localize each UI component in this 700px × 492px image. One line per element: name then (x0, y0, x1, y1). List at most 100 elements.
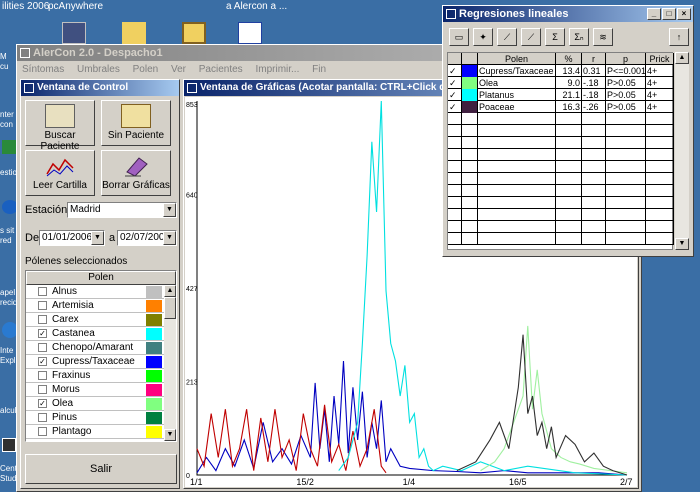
pollen-checkbox[interactable] (38, 371, 47, 380)
row-checkbox[interactable]: ✓ (448, 77, 462, 89)
pollen-list-item[interactable]: Chenopo/Amarant (26, 341, 176, 355)
regression-row[interactable] (448, 221, 674, 233)
folder-icon[interactable] (122, 22, 146, 44)
pollen-color-swatch[interactable] (146, 426, 162, 438)
pollen-list-item[interactable]: Plantago (26, 425, 176, 439)
row-checkbox[interactable] (448, 197, 462, 209)
regression-scrollbar[interactable]: ▲ ▼ (675, 52, 689, 250)
row-checkbox[interactable] (448, 149, 462, 161)
pollen-list-item[interactable]: ✓ Cupress/Taxaceae (26, 355, 176, 369)
row-checkbox[interactable] (448, 185, 462, 197)
borrar-graficas-button[interactable]: Borrar Gráficas (101, 150, 171, 196)
pollen-checkbox[interactable] (38, 287, 47, 296)
chevron-down-icon[interactable]: ▼ (163, 231, 176, 245)
regression-row[interactable]: ✓ Poaceae 16.3 -.26 P>0.05 4+ (448, 101, 674, 113)
row-checkbox[interactable]: ✓ (448, 89, 462, 101)
word-document-icon[interactable] (238, 22, 262, 44)
scroll-up-icon[interactable]: ▲ (675, 52, 689, 64)
menu-fin[interactable]: Fin (312, 64, 326, 75)
header-polen[interactable]: Polen (478, 53, 556, 65)
menu-imprimir[interactable]: Imprimir... (255, 64, 299, 75)
pollen-list-item[interactable]: Alnus (26, 285, 176, 299)
scroll-down-icon[interactable]: ▼ (164, 429, 176, 441)
regression-row[interactable] (448, 137, 674, 149)
from-date-picker[interactable]: 01/01/2006 ▼ (39, 230, 105, 246)
maximize-icon[interactable]: □ (662, 8, 676, 20)
minimize-icon[interactable]: _ (647, 8, 661, 20)
tool-sigma-n-icon[interactable]: Σₙ (569, 28, 589, 46)
menu-sintomas[interactable]: Síntomas (22, 64, 64, 75)
pollen-color-swatch[interactable] (146, 314, 162, 326)
menu-polen[interactable]: Polen (133, 64, 159, 75)
row-checkbox[interactable] (448, 173, 462, 185)
tool-diagonal-icon[interactable]: ⟋ (497, 28, 517, 46)
row-checkbox[interactable]: ✓ (448, 65, 462, 77)
pollen-color-swatch[interactable] (146, 412, 162, 424)
control-panel-titlebar[interactable]: Ventana de Control (21, 80, 179, 96)
regression-window-titlebar[interactable]: Regresiones lineales _ □ × (443, 6, 693, 22)
regression-row[interactable] (448, 161, 674, 173)
pollen-list-item[interactable]: Pinus (26, 411, 176, 425)
sort-arrow-icon[interactable]: ↑ (669, 28, 689, 46)
regression-row[interactable] (448, 125, 674, 137)
pollen-color-swatch[interactable] (146, 328, 162, 340)
calculator-icon[interactable] (2, 438, 16, 452)
desktop-app-icon[interactable] (62, 22, 86, 44)
row-checkbox[interactable] (448, 233, 462, 245)
pollen-checkbox[interactable]: ✓ (38, 329, 47, 338)
salir-button[interactable]: Salir (25, 454, 177, 484)
regression-row[interactable]: ✓ Platanus 21.1 -.18 P>0.05 4+ (448, 89, 674, 101)
pollen-list-item[interactable]: ✓ Castanea (26, 327, 176, 341)
pollen-checkbox[interactable] (38, 301, 47, 310)
scroll-thumb[interactable] (164, 297, 176, 319)
excel-icon[interactable] (2, 140, 16, 154)
regression-row[interactable] (448, 185, 674, 197)
buscar-paciente-button[interactable]: Buscar Paciente (25, 100, 95, 152)
tool-star-icon[interactable]: ✦ (473, 28, 493, 46)
pollen-list-item[interactable]: Carex (26, 313, 176, 327)
menu-ver[interactable]: Ver (171, 64, 186, 75)
folder-icon[interactable] (182, 22, 206, 44)
regression-row[interactable] (448, 209, 674, 221)
pollen-color-swatch[interactable] (146, 398, 162, 410)
pollen-color-swatch[interactable] (146, 300, 162, 312)
pollen-checkbox[interactable] (38, 413, 47, 422)
pollen-list-scrollbar[interactable]: ▲ ▼ (164, 285, 176, 441)
regression-row[interactable] (448, 113, 674, 125)
pollen-color-swatch[interactable] (146, 384, 162, 396)
pollen-color-swatch[interactable] (146, 356, 162, 368)
header-r[interactable]: r (582, 53, 606, 65)
tool-trend-icon[interactable]: ⟋ (521, 28, 541, 46)
station-select[interactable]: Madrid ▼ (67, 202, 177, 218)
to-date-picker[interactable]: 02/07/2006 ▼ (117, 230, 177, 246)
pollen-checkbox[interactable] (38, 343, 47, 352)
scroll-up-icon[interactable]: ▲ (164, 285, 176, 297)
header-pct[interactable]: % (556, 53, 582, 65)
sin-paciente-button[interactable]: Sin Paciente (101, 100, 171, 146)
row-checkbox[interactable] (448, 137, 462, 149)
pollen-checkbox[interactable]: ✓ (38, 357, 47, 366)
pollen-checkbox[interactable] (38, 385, 47, 394)
scroll-down-icon[interactable]: ▼ (675, 238, 689, 250)
chevron-down-icon[interactable]: ▼ (91, 231, 104, 245)
row-checkbox[interactable] (448, 125, 462, 137)
chevron-down-icon[interactable]: ▼ (163, 203, 176, 217)
row-checkbox[interactable]: ✓ (448, 101, 462, 113)
menu-pacientes[interactable]: Pacientes (199, 64, 243, 75)
pollen-checkbox[interactable]: ✓ (38, 399, 47, 408)
pollen-color-swatch[interactable] (146, 370, 162, 382)
row-checkbox[interactable] (448, 113, 462, 125)
regression-row[interactable] (448, 233, 674, 245)
regression-row[interactable]: ✓ Olea 9.0 -.18 P>0.05 4+ (448, 77, 674, 89)
pollen-checkbox[interactable] (38, 315, 47, 324)
pollen-color-swatch[interactable] (146, 342, 162, 354)
regression-row[interactable] (448, 149, 674, 161)
leer-cartilla-button[interactable]: Leer Cartilla (25, 150, 95, 196)
tool-sigma-icon[interactable]: Σ (545, 28, 565, 46)
pollen-list-item[interactable]: Fraxinus (26, 369, 176, 383)
pollen-list-item[interactable]: Artemisia (26, 299, 176, 313)
menu-umbrales[interactable]: Umbrales (77, 64, 120, 75)
regression-row[interactable]: ✓ Cupress/Taxaceae 13.4 0.31 P<=0.001 4+ (448, 65, 674, 77)
pollen-color-swatch[interactable] (146, 286, 162, 298)
tool-chart-icon[interactable]: ▭ (449, 28, 469, 46)
